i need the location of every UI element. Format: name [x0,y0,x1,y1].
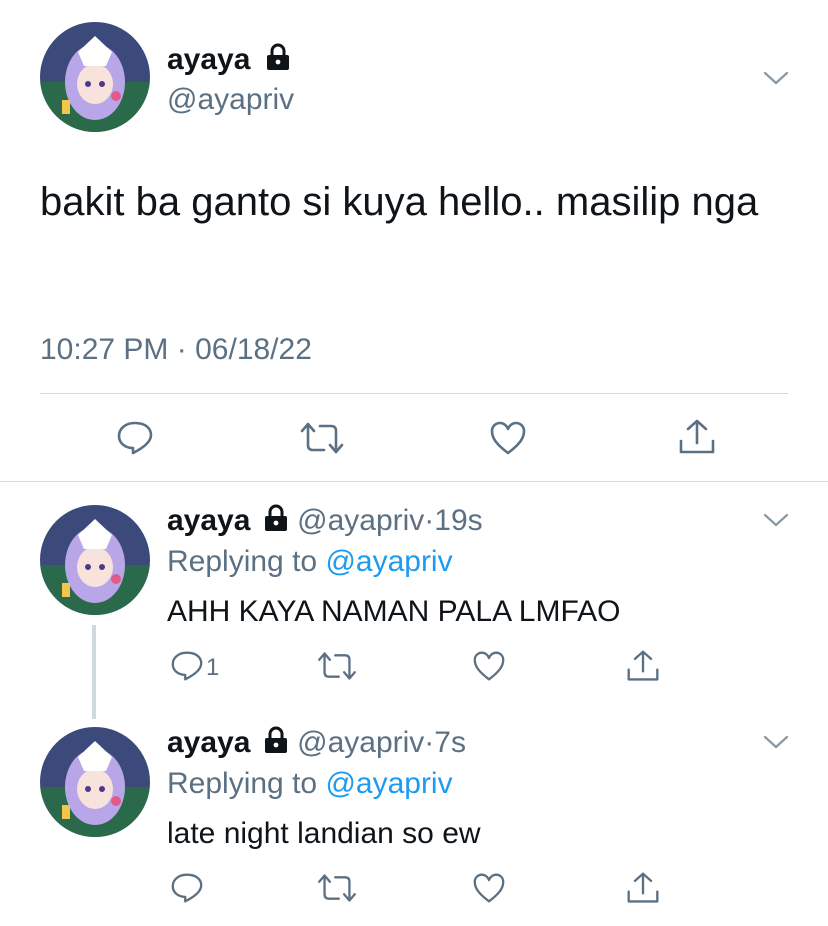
lock-icon [263,726,289,763]
display-name[interactable]: ayaya [167,504,250,537]
retweet-icon[interactable] [316,650,358,687]
reply-icon[interactable] [170,650,204,687]
avatar[interactable] [40,22,150,132]
display-name[interactable]: ayaya [167,43,250,76]
avatar-image [40,22,150,132]
heart-icon[interactable] [472,872,506,909]
avatar[interactable] [40,505,150,615]
tweet-text: bakit ba ganto si kuya hello.. masilip n… [40,180,759,224]
display-name[interactable]: ayaya [167,726,250,759]
divider [40,393,788,394]
tweet-age[interactable]: 7s [434,726,466,759]
heart-icon[interactable] [489,420,527,461]
tweet-time: 10:27 PM [40,333,169,366]
reply-count: 1 [206,654,220,681]
chevron-down-icon[interactable] [762,510,790,535]
divider [0,481,828,482]
reply-icon[interactable] [116,420,154,461]
share-icon[interactable] [678,417,716,462]
tweet-age[interactable]: 19s [434,504,482,537]
separator: · [176,333,187,366]
chevron-down-icon[interactable] [762,68,790,93]
avatar-image [40,505,150,615]
replying-label: Replying to [167,545,318,578]
lock-icon [265,43,291,80]
replying-to-link[interactable]: @ayapriv [325,767,452,800]
handle[interactable]: @ayapriv [297,504,424,537]
share-icon[interactable] [626,648,660,689]
share-icon[interactable] [626,870,660,911]
replying-to: Replying to @ayapriv [167,544,453,580]
tweet-text: late night landian so ew [167,817,481,850]
replying-label: Replying to [167,767,318,800]
handle[interactable]: @ayapriv [167,82,294,118]
retweet-icon[interactable] [316,872,358,909]
lock-icon [263,504,289,541]
tweet-date: 06/18/22 [195,333,312,366]
heart-icon[interactable] [472,650,506,687]
chevron-down-icon[interactable] [762,732,790,757]
reply-icon[interactable] [170,872,204,909]
tweet-text: AHH KAYA NAMAN PALA LMFAO [167,595,621,628]
handle[interactable]: @ayapriv [297,726,424,759]
avatar-image [40,727,150,837]
retweet-icon[interactable] [299,420,345,461]
replying-to: Replying to @ayapriv [167,766,453,802]
thread-line [92,625,96,719]
replying-to-link[interactable]: @ayapriv [325,545,452,578]
separator: · [424,726,435,759]
separator: · [424,504,435,537]
avatar[interactable] [40,727,150,837]
tweet-timestamp[interactable]: 10:27 PM · 06/18/22 [40,332,312,368]
